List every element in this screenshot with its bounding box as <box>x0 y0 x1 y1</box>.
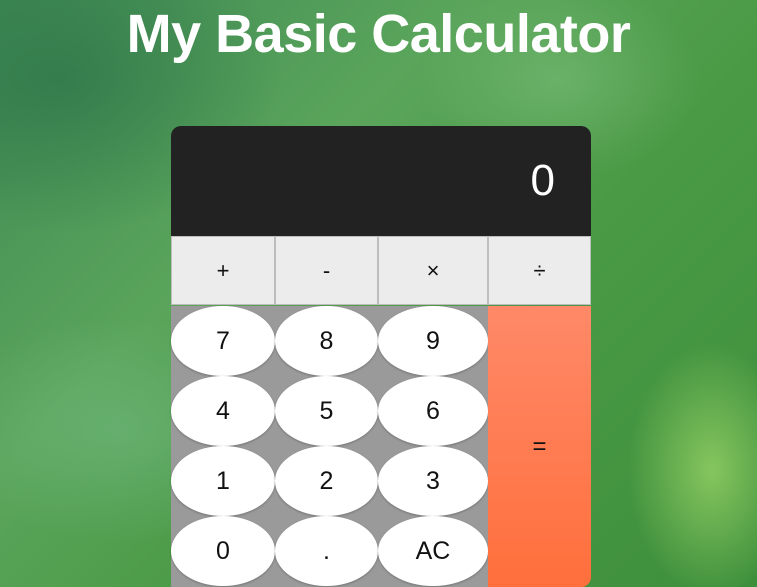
calculator: 0 + - × ÷ 7 8 9 4 5 6 1 2 3 0 . AC = <box>171 126 591 587</box>
decimal-button[interactable]: . <box>275 516 378 586</box>
digit-5-button[interactable]: 5 <box>275 376 378 446</box>
operator-row: + - × ÷ <box>171 236 591 306</box>
number-keypad: 7 8 9 4 5 6 1 2 3 0 . AC <box>171 306 488 587</box>
digit-0-button[interactable]: 0 <box>171 516 275 586</box>
digit-8-button[interactable]: 8 <box>275 306 378 376</box>
digit-2-button[interactable]: 2 <box>275 446 378 516</box>
digit-4-button[interactable]: 4 <box>171 376 275 446</box>
digit-6-button[interactable]: 6 <box>378 376 488 446</box>
equals-button[interactable]: = <box>488 306 591 587</box>
subtract-button[interactable]: - <box>275 236 378 305</box>
digit-7-button[interactable]: 7 <box>171 306 275 376</box>
digit-9-button[interactable]: 9 <box>378 306 488 376</box>
multiply-button[interactable]: × <box>378 236 488 305</box>
all-clear-button[interactable]: AC <box>378 516 488 586</box>
digit-3-button[interactable]: 3 <box>378 446 488 516</box>
add-button[interactable]: + <box>171 236 275 305</box>
calculator-display: 0 <box>171 126 591 236</box>
page-title: My Basic Calculator <box>126 4 631 64</box>
divide-button[interactable]: ÷ <box>488 236 591 305</box>
digit-1-button[interactable]: 1 <box>171 446 275 516</box>
